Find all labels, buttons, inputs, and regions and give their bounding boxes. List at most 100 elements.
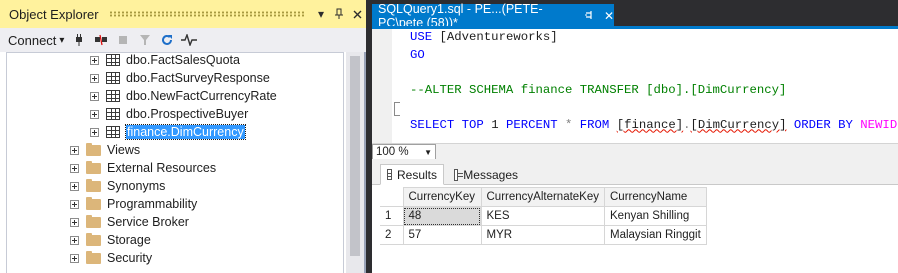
connect-plug-icon[interactable]: [70, 30, 88, 50]
grid-cell[interactable]: Malaysian Ringgit: [604, 225, 707, 245]
object-explorer-title: Object Explorer: [9, 6, 99, 22]
keyword-select-top: SELECT TOP: [410, 117, 484, 132]
title-bar-grip: [108, 11, 304, 17]
expand-icon[interactable]: [90, 127, 99, 137]
grid-cell[interactable]: 48: [402, 206, 482, 226]
zoom-dropdown[interactable]: 100 % ▼: [372, 144, 436, 160]
scrollbar-thumb[interactable]: [350, 56, 360, 256]
query-editor[interactable]: USE [Adventureworks] GO --ALTER SCHEMA f…: [372, 29, 898, 143]
object-explorer-panel: Object Explorer ▾ Connect ▾ dbo.FactSale…: [0, 0, 366, 273]
zoom-value: 100 %: [376, 146, 409, 158]
tree-node[interactable]: Security: [70, 249, 152, 267]
table-icon: [106, 90, 120, 102]
editor-gutter: [372, 29, 392, 143]
grid-cell[interactable]: KES: [480, 206, 605, 226]
messages-icon: [454, 168, 464, 181]
expand-icon[interactable]: [90, 55, 99, 65]
grid-corner[interactable]: [380, 187, 404, 207]
results-pane: Results Messages CurrencyKey CurrencyAlt…: [372, 159, 898, 273]
refresh-icon[interactable]: [158, 30, 176, 50]
table-name: [DimCurrency]: [690, 117, 787, 132]
expand-icon[interactable]: [70, 235, 79, 245]
table-icon: [106, 108, 120, 120]
tree-node-label: Service Broker: [107, 215, 189, 229]
keyword-order-by: ORDER BY: [793, 117, 853, 132]
expand-icon[interactable]: [90, 73, 99, 83]
grid-cell[interactable]: 57: [402, 225, 482, 245]
function-newid: NEWID: [860, 117, 898, 132]
tree-node-label: Views: [107, 143, 141, 157]
activity-monitor-icon[interactable]: [180, 30, 198, 50]
expand-icon[interactable]: [90, 109, 99, 119]
folder-icon: [86, 160, 101, 174]
star-operator: *: [565, 117, 573, 132]
stop-icon[interactable]: [114, 30, 132, 50]
zoom-dropdown-arrow-icon[interactable]: ▼: [424, 148, 432, 157]
grid-cell[interactable]: MYR: [480, 225, 605, 245]
column-header[interactable]: CurrencyName: [604, 187, 707, 207]
expand-icon[interactable]: [70, 163, 79, 173]
results-tab-strip: Results Messages: [372, 159, 898, 185]
tree-node[interactable]: External Resources: [70, 159, 216, 177]
tree-node[interactable]: dbo.FactSalesQuota: [90, 53, 240, 69]
code-line-select: SELECT TOP 1 PERCENT * FROM [finance].[D…: [410, 118, 898, 132]
collapse-bracket[interactable]: [394, 102, 400, 116]
tree-node-label: Programmability: [107, 197, 198, 211]
expand-icon[interactable]: [70, 145, 79, 155]
expand-icon[interactable]: [70, 199, 79, 209]
expand-icon[interactable]: [90, 91, 99, 101]
close-tab-icon[interactable]: ✕: [604, 9, 614, 23]
tree-node-label: Storage: [107, 233, 151, 247]
window-position-dropdown-icon[interactable]: ▾: [312, 5, 330, 23]
results-grid[interactable]: CurrencyKey CurrencyAlternateKey Currenc…: [380, 187, 707, 245]
connect-dropdown-icon: ▾: [59, 34, 65, 46]
grid-cell[interactable]: Kenyan Shilling: [604, 206, 707, 226]
tree-node[interactable]: Programmability: [70, 195, 197, 213]
tab-messages[interactable]: Messages: [448, 164, 524, 185]
tree-node[interactable]: Views: [70, 141, 140, 159]
grid-header-row: CurrencyKey CurrencyAlternateKey Currenc…: [380, 187, 707, 207]
tab-results[interactable]: Results: [380, 164, 444, 185]
row-number[interactable]: 1: [380, 206, 404, 226]
tree-node[interactable]: finance.DimCurrency: [90, 123, 246, 141]
tab-messages-label: Messages: [463, 167, 518, 182]
row-number[interactable]: 2: [380, 225, 404, 245]
expand-icon[interactable]: [70, 181, 79, 191]
close-panel-icon[interactable]: [348, 5, 366, 23]
object-explorer-tree: dbo.FactSalesQuota dbo.FactSurveyResponse…: [6, 52, 344, 273]
tree-node[interactable]: dbo.FactSurveyResponse: [90, 69, 270, 87]
expand-icon[interactable]: [70, 253, 79, 263]
tree-node[interactable]: Service Broker: [70, 213, 189, 231]
expand-icon[interactable]: [70, 217, 79, 227]
tree-node-label: finance.DimCurrency: [125, 124, 246, 140]
table-icon: [106, 54, 120, 66]
filter-icon[interactable]: [136, 30, 154, 50]
connect-button[interactable]: Connect ▾: [8, 30, 64, 50]
auto-hide-pin-icon[interactable]: [330, 5, 348, 23]
folder-icon: [86, 232, 101, 246]
folder-icon: [86, 214, 101, 228]
tree-node-label: dbo.FactSalesQuota: [126, 53, 240, 67]
table-icon: [106, 126, 120, 138]
tree-node-label: dbo.ProspectiveBuyer: [126, 107, 249, 121]
tree-node-label: Synonyms: [107, 179, 166, 193]
column-header[interactable]: CurrencyAlternateKey: [480, 187, 605, 207]
tree-node[interactable]: Synonyms: [70, 177, 165, 195]
pin-tab-icon[interactable]: [584, 10, 594, 23]
tree-vertical-scrollbar[interactable]: [346, 52, 364, 273]
disconnect-icon[interactable]: [92, 30, 110, 50]
dot-separator: .: [683, 117, 691, 132]
folder-icon: [86, 196, 101, 210]
tab-sqlquery1[interactable]: SQLQuery1.sql - PE...(PETE-PC\pete (58))…: [372, 2, 614, 30]
tree-node[interactable]: dbo.ProspectiveBuyer: [90, 105, 248, 123]
object-explorer-title-bar[interactable]: Object Explorer ▾: [0, 0, 366, 28]
tree-node[interactable]: dbo.NewFactCurrencyRate: [90, 87, 277, 105]
tree-node[interactable]: Storage: [70, 231, 151, 249]
object-explorer-toolbar: Connect ▾: [0, 28, 366, 52]
tree-node-label: dbo.NewFactCurrencyRate: [126, 89, 277, 103]
tree-node-label: External Resources: [107, 161, 217, 175]
keyword-from: FROM: [579, 117, 610, 132]
code-area[interactable]: USE [Adventureworks] GO --ALTER SCHEMA f…: [410, 29, 898, 134]
column-header[interactable]: CurrencyKey: [402, 187, 482, 207]
keyword-percent: PERCENT: [505, 117, 558, 132]
